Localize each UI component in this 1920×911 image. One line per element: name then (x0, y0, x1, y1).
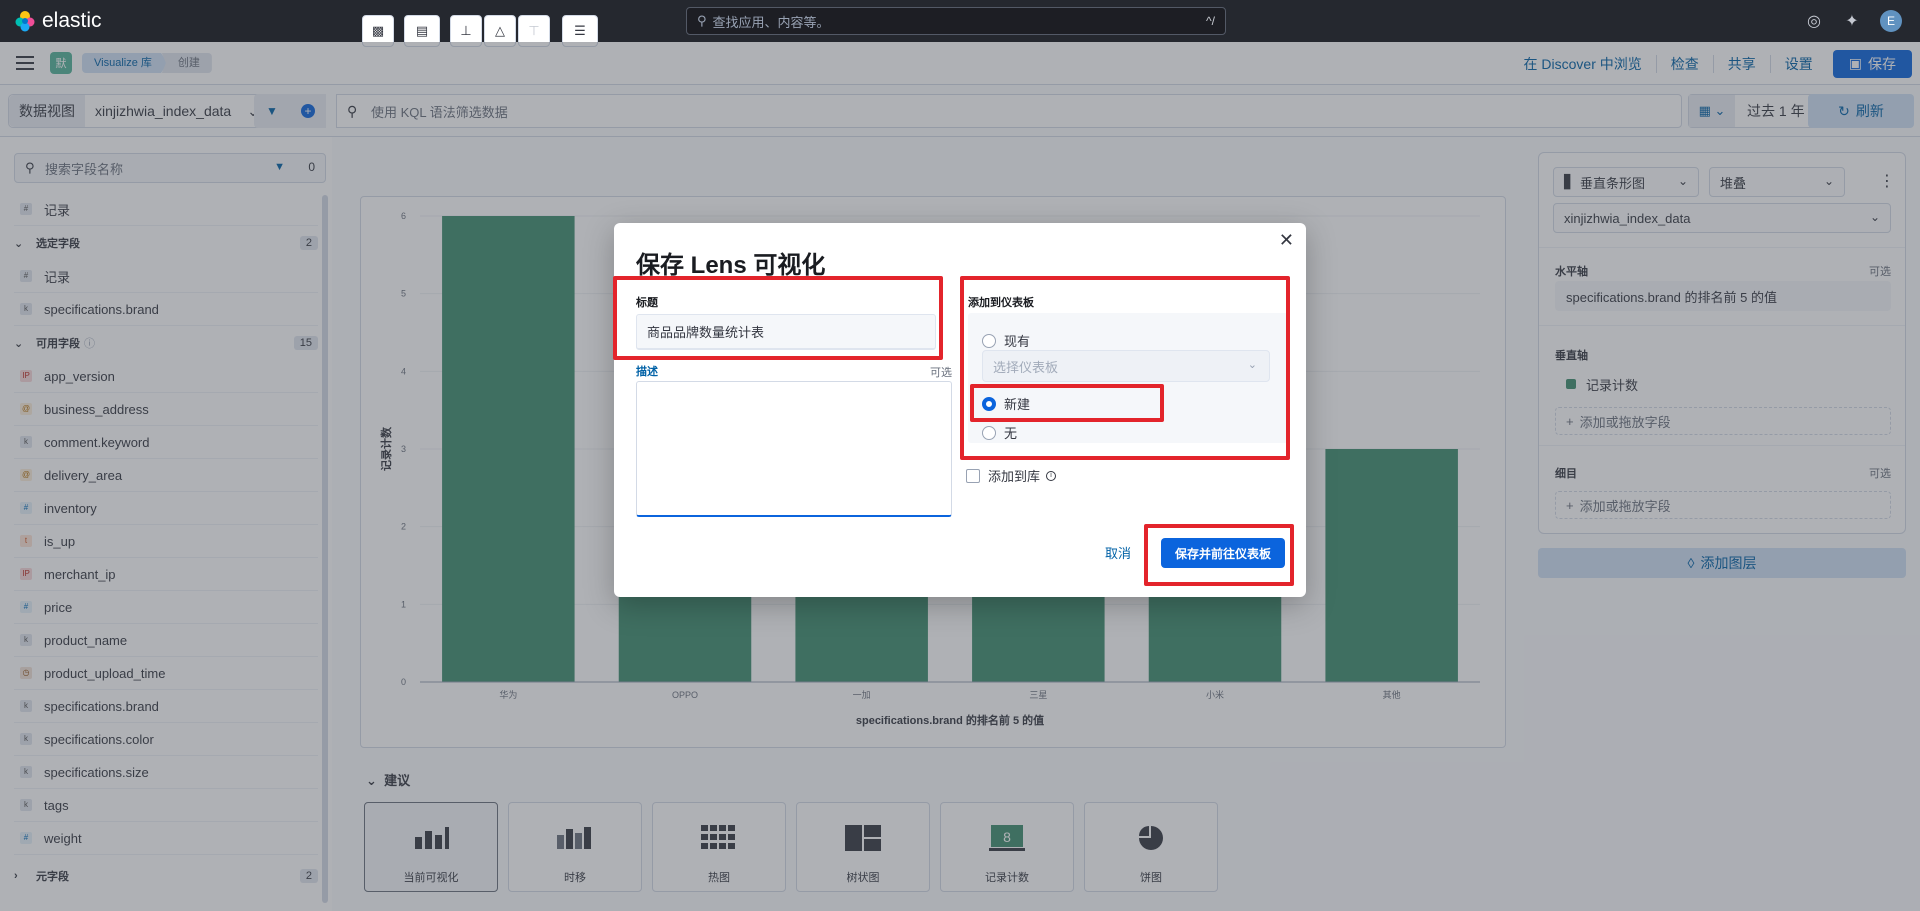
radio-existing-dashboard[interactable]: 现有 (982, 331, 1030, 350)
select-dashboard-dropdown[interactable]: 选择仪表板 ⌄ (982, 350, 1270, 382)
user-avatar[interactable]: E (1880, 10, 1902, 32)
save-lens-modal: 保存 Lens 可视化 ✕ 标题 商品品牌数量统计表 描述 可选 添加到仪表板 … (614, 223, 1306, 597)
cancel-button[interactable]: 取消 (1105, 543, 1131, 562)
title-field-value: 商品品牌数量统计表 (647, 325, 765, 340)
info-icon[interactable]: i (1046, 470, 1057, 481)
radio-no-dashboard[interactable]: 无 (982, 423, 1017, 442)
description-textarea[interactable] (636, 381, 952, 517)
description-label: 描述 (636, 366, 658, 378)
search-icon: ⚲ (697, 13, 707, 28)
save-and-go-to-dashboard-button[interactable]: 保存并前往仪表板 (1161, 538, 1285, 568)
chevron-down-icon: ⌄ (1247, 359, 1257, 371)
checkbox-unchecked-icon (966, 468, 980, 483)
help-icon[interactable]: ◎ (1804, 11, 1824, 31)
modal-title: 保存 Lens 可视化 (636, 252, 826, 279)
radio-checked-icon (982, 396, 996, 411)
elastic-logo[interactable]: elastic (14, 9, 102, 33)
add-to-library-checkbox[interactable]: 添加到库 i (966, 466, 1057, 485)
global-search-input[interactable]: ⚲ 查找应用、内容等。 ^/ (686, 7, 1226, 35)
title-field[interactable]: 商品品牌数量统计表 (636, 314, 936, 350)
radio-unchecked-icon (982, 425, 996, 440)
news-feed-icon[interactable]: ✦ (1842, 11, 1862, 31)
add-to-dashboard-label: 添加到仪表板 (968, 297, 1034, 309)
close-icon[interactable]: ✕ (1279, 230, 1294, 251)
description-optional: 可选 (930, 367, 952, 379)
search-shortcut: ^/ (1206, 14, 1215, 28)
global-header: elastic ⚲ 查找应用、内容等。 ^/ ◎ ✦ E (0, 0, 1920, 42)
elastic-logo-icon (15, 11, 35, 32)
global-search-placeholder: 查找应用、内容等。 (712, 14, 830, 30)
radio-new-dashboard[interactable]: 新建 (982, 394, 1030, 413)
radio-unchecked-icon (982, 333, 996, 348)
title-field-label: 标题 (636, 297, 658, 309)
brand-name: elastic (42, 9, 102, 32)
